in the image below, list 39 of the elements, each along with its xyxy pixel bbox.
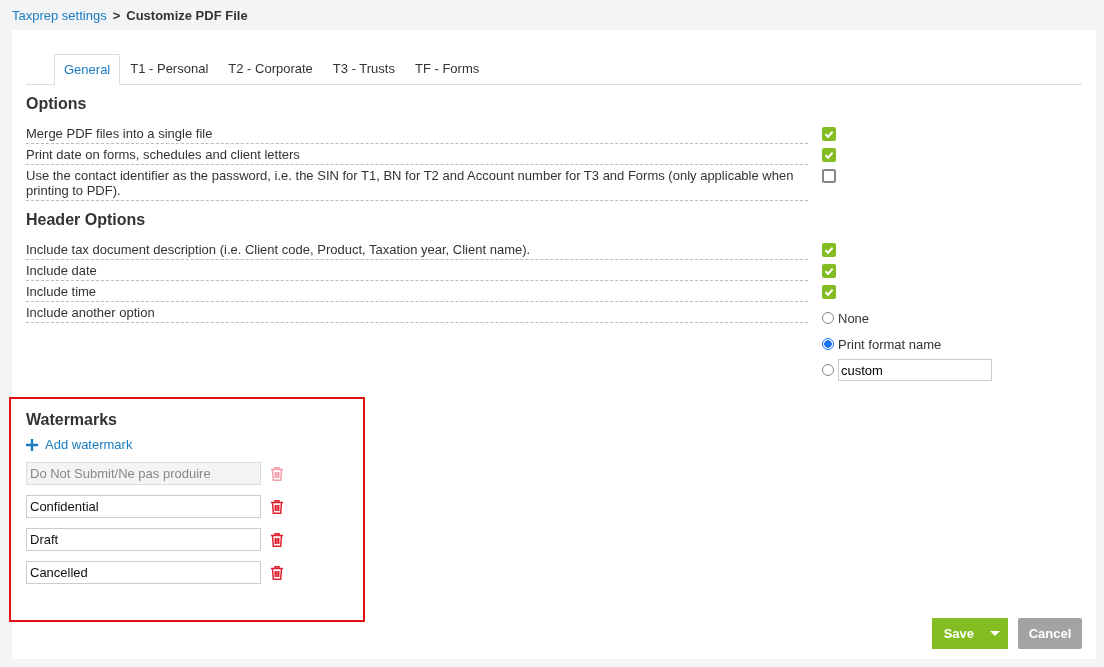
checkbox[interactable] <box>822 264 836 278</box>
watermark-field: Do Not Submit/Ne pas produire <box>26 462 261 485</box>
plus-icon <box>26 438 38 451</box>
checkbox[interactable] <box>822 127 836 141</box>
option-label: Include another option <box>26 302 808 323</box>
caret-icon[interactable] <box>990 630 1000 637</box>
breadcrumb-separator: > <box>112 8 121 23</box>
text-field[interactable]: custom <box>838 359 992 381</box>
add-watermark-link[interactable]: Add watermark <box>26 437 133 452</box>
checkbox[interactable] <box>822 243 836 257</box>
tab[interactable]: General <box>54 54 121 85</box>
option-label: Include time <box>26 281 808 302</box>
trash-icon <box>271 466 283 481</box>
tab[interactable]: TF - Forms <box>404 54 490 84</box>
tab[interactable]: T2 - Corporate <box>218 54 323 84</box>
section-heading: Header Options <box>26 211 147 229</box>
trash-icon[interactable] <box>271 565 283 580</box>
option-label: Merge PDF files into a single file <box>26 123 808 144</box>
radio-label: None <box>838 310 870 326</box>
trash-icon[interactable] <box>271 532 283 547</box>
section-heading: Options <box>26 95 88 113</box>
option-label: Include tax document description (i.e. Client code, Product, Taxation year, Client name). <box>26 239 808 260</box>
breadcrumb-link[interactable]: Taxprep settings <box>12 8 107 23</box>
option-label: Use the contact identifier as the password, i.e. the SIN for T1, BN for T2 and Account number for T3 and Forms (only applicable when printing to PDF). <box>26 165 808 201</box>
page-title: Customize PDF File <box>126 8 248 23</box>
watermark-field[interactable]: Draft <box>26 528 261 551</box>
checkbox[interactable] <box>822 148 836 162</box>
option-label: Print date on forms, schedules and client letters <box>26 144 808 165</box>
watermark-field[interactable]: Cancelled <box>26 561 261 584</box>
checkbox[interactable] <box>822 169 836 183</box>
watermark-field[interactable]: Confidential <box>26 495 261 518</box>
checkbox[interactable] <box>822 285 836 299</box>
option-label: Include date <box>26 260 808 281</box>
tab[interactable]: T3 - Trusts <box>322 54 405 84</box>
radio-button[interactable] <box>822 338 834 350</box>
trash-icon[interactable] <box>271 499 283 514</box>
radio-label: Print format name <box>838 336 942 352</box>
tab[interactable]: T1 - Personal <box>120 54 219 84</box>
section-heading: Watermarks <box>26 411 118 429</box>
